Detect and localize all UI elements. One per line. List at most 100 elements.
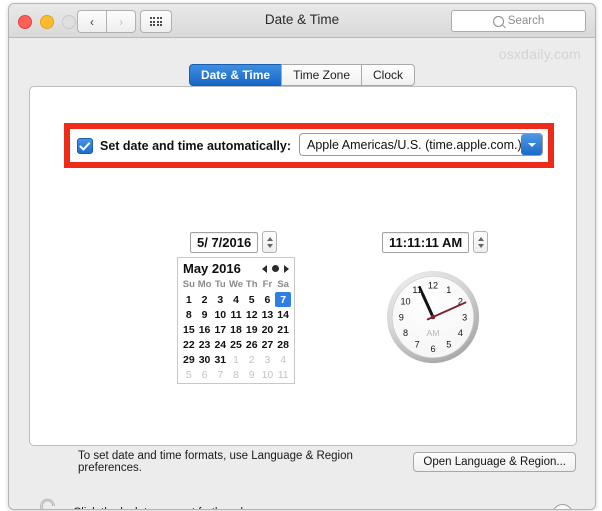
calendar-widget[interactable]: May 2016 Su Mo Tu We Th Fr Sa 1 2 3 4 5 6 7 8 9 10 11 12 13… [177,257,295,384]
calendar-day-selected[interactable]: 7 [275,292,291,307]
formats-hint-text: To set date and time formats, use Langua… [78,450,353,474]
calendar-day[interactable]: 27 [260,337,276,352]
calendar-day[interactable]: 21 [275,322,291,337]
time-field-row: 11:11:11 AM [382,231,489,253]
calendar-day[interactable]: 8 [181,307,197,322]
calendar-day[interactable]: 13 [260,307,276,322]
calendar-day[interactable]: 28 [275,337,291,352]
calendar-day[interactable]: 1 [228,352,244,367]
unlocked-padlock-icon[interactable] [31,496,61,509]
calendar-month-label: May 2016 [183,261,241,276]
calendar-day[interactable]: 8 [228,367,244,382]
search-input[interactable]: Search [451,10,586,32]
calendar-day[interactable]: 9 [197,307,213,322]
window-content: osxdaily.com Date & Time Time Zone Clock… [9,38,595,509]
calendar-day[interactable]: 20 [260,322,276,337]
search-placeholder: Search [507,15,545,27]
calendar-day[interactable]: 25 [228,337,244,352]
svg-text:1: 1 [446,285,451,295]
calendar-weekday-header: Sa [277,279,289,290]
calendar-day[interactable]: 16 [197,322,213,337]
calendar-day[interactable]: 15 [181,322,197,337]
calendar-day[interactable]: 31 [212,352,228,367]
lock-row: Click the lock to prevent further change… [31,496,281,509]
svg-text:8: 8 [403,328,408,338]
analog-clock: 12 1 2 3 4 5 6 7 8 9 10 11 AM [385,269,481,365]
previous-month-icon[interactable] [262,264,267,273]
calendar-weekday-header: We [228,279,244,290]
calendar-day[interactable]: 22 [181,337,197,352]
date-stepper[interactable] [262,231,278,253]
calendar-day[interactable]: 9 [244,367,260,382]
time-server-value: Apple Americas/U.S. (time.apple.com.) [307,137,521,152]
calendar-day[interactable]: 17 [212,322,228,337]
help-button[interactable]: ? [552,504,573,509]
calendar-day[interactable]: 4 [275,352,291,367]
calendar-day[interactable]: 24 [212,337,228,352]
calendar-weekday-header: Mo [197,279,212,290]
calendar-day[interactable]: 1 [181,292,197,307]
svg-text:12: 12 [428,281,438,291]
calendar-day[interactable]: 10 [260,367,276,382]
lock-hint-text: Click the lock to prevent further change… [73,507,281,509]
calendar-day[interactable]: 30 [197,352,213,367]
clock-face-icon: 12 1234567891011 AM [386,270,480,364]
calendar-day[interactable]: 7 [212,367,228,382]
clock-meridiem-label: AM [427,328,440,338]
calendar-day[interactable]: 19 [244,322,260,337]
next-month-icon[interactable] [284,264,289,273]
window-titlebar: ‹ › Date & Time Search [9,4,595,38]
svg-text:6: 6 [430,344,435,354]
tab-bar: Date & Time Time Zone Clock [9,64,595,86]
calendar-day[interactable]: 10 [212,307,228,322]
tab-clock[interactable]: Clock [361,64,416,86]
calendar-day[interactable]: 6 [197,367,213,382]
time-stepper[interactable] [473,231,489,253]
calendar-header: May 2016 [181,260,291,278]
svg-text:5: 5 [446,340,451,350]
calendar-day[interactable]: 11 [228,307,244,322]
calendar-weekday-header: Th [245,279,258,290]
set-automatically-label: Set date and time automatically: [100,139,292,153]
calendar-grid[interactable]: Su Mo Tu We Th Fr Sa 1 2 3 4 5 6 7 8 9 10 11 12 13 14 15 16 17 1… [181,278,291,382]
preferences-window: ‹ › Date & Time Search osxdaily.com Date… [8,3,596,510]
svg-text:3: 3 [462,312,467,322]
calendar-day[interactable]: 29 [181,352,197,367]
calendar-day[interactable]: 14 [275,307,291,322]
calendar-day[interactable]: 4 [228,292,244,307]
calendar-nav [262,264,289,273]
calendar-day[interactable]: 3 [212,292,228,307]
watermark: osxdaily.com [498,46,581,62]
date-input[interactable]: 5/ 7/2016 [190,231,259,253]
open-language-region-button[interactable]: Open Language & Region... [413,452,576,472]
settings-panel: Set date and time automatically: Apple A… [29,86,577,474]
calendar-day[interactable]: 5 [244,292,260,307]
formats-row: To set date and time formats, use Langua… [78,450,576,474]
chevron-down-icon[interactable] [521,134,542,155]
svg-text:10: 10 [400,296,410,306]
time-input[interactable]: 11:11:11 AM [382,231,470,253]
svg-text:7: 7 [415,340,420,350]
svg-text:4: 4 [458,328,463,338]
tab-time-zone[interactable]: Time Zone [281,64,362,86]
set-automatically-row: Set date and time automatically: [77,137,291,155]
calendar-weekday-header: Tu [214,279,226,290]
calendar-day[interactable]: 11 [275,367,291,382]
calendar-day[interactable]: 18 [228,322,244,337]
calendar-day[interactable]: 2 [197,292,213,307]
calendar-day[interactable]: 3 [260,352,276,367]
calendar-day[interactable]: 12 [244,307,260,322]
search-icon [492,15,504,27]
calendar-weekday-header: Fr [262,279,273,290]
today-icon[interactable] [272,265,279,272]
tab-date-time[interactable]: Date & Time [188,64,282,86]
calendar-day[interactable]: 5 [181,367,197,382]
calendar-weekday-header: Su [182,279,195,290]
set-automatically-checkbox[interactable] [77,138,93,154]
calendar-day[interactable]: 2 [244,352,260,367]
date-field-row: 5/ 7/2016 [190,231,278,253]
calendar-day[interactable]: 26 [244,337,260,352]
calendar-day[interactable]: 6 [260,292,276,307]
time-server-dropdown[interactable]: Apple Americas/U.S. (time.apple.com.) [299,133,543,156]
calendar-day[interactable]: 23 [197,337,213,352]
